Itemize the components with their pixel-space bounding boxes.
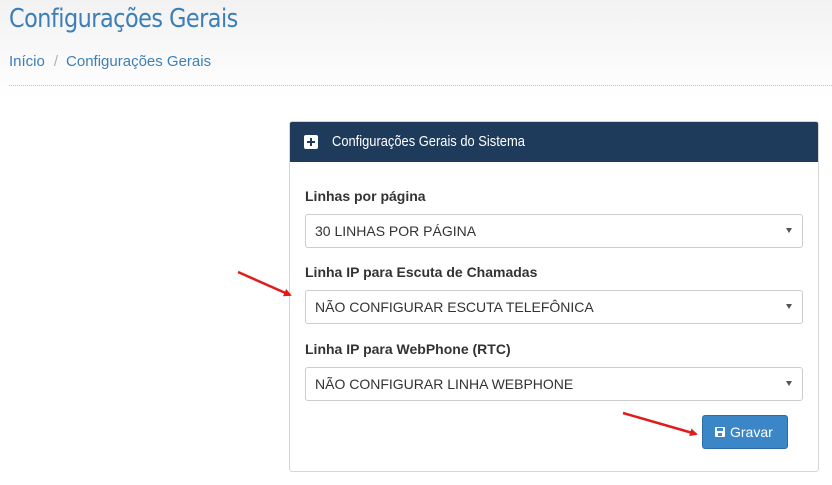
- annotation-arrows: [237, 270, 698, 437]
- annotation-arrow-call-monitoring: [237, 270, 292, 297]
- annotation-arrow-save: [622, 411, 698, 437]
